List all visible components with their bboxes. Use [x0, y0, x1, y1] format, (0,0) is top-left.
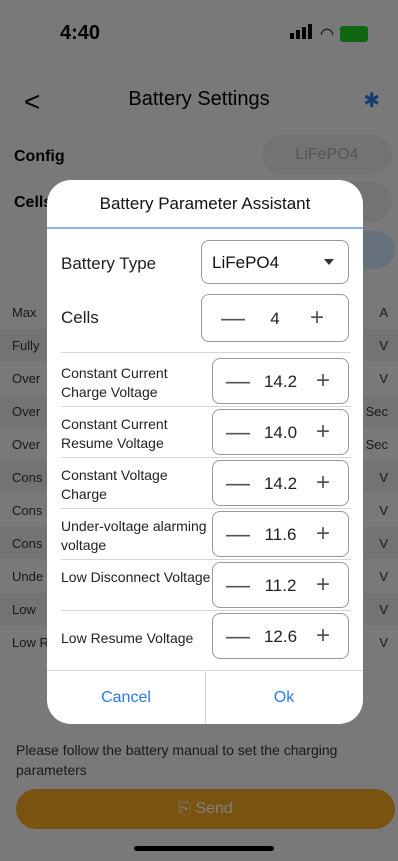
param-stepper[interactable]: —14.2 + — [212, 358, 349, 404]
ok-button[interactable]: Ok — [205, 671, 363, 724]
param-label: Constant Current Resume Voltage — [61, 416, 168, 451]
dialog-title: Battery Parameter Assistant — [99, 194, 311, 213]
param-label: Low Resume Voltage — [61, 630, 194, 646]
separator — [61, 559, 351, 560]
dialog-actions: Cancel Ok — [47, 670, 363, 724]
plus-button[interactable]: + — [306, 469, 340, 497]
param-stepper[interactable]: —14.0 + — [212, 409, 349, 455]
plus-button[interactable]: + — [306, 571, 340, 599]
separator — [61, 352, 351, 353]
param-stepper[interactable]: —12.6 + — [212, 613, 349, 659]
battery-type-label: Battery Type — [61, 254, 157, 273]
title-divider — [47, 227, 363, 229]
param-label: Constant Voltage Charge — [61, 467, 168, 502]
plus-button[interactable]: + — [306, 418, 340, 446]
plus-button[interactable]: + — [306, 367, 340, 395]
separator — [61, 508, 351, 509]
separator — [61, 406, 351, 407]
param-stepper[interactable]: —11.2 + — [212, 562, 349, 608]
plus-button[interactable]: + — [306, 622, 340, 650]
chevron-down-icon — [324, 259, 334, 265]
battery-type-select[interactable]: LiFePO4 — [201, 240, 349, 284]
plus-button[interactable]: + — [306, 520, 340, 548]
param-label: Constant Current Charge Voltage — [61, 365, 168, 400]
separator — [61, 610, 351, 611]
cells-plus-button[interactable]: + — [300, 304, 334, 332]
cells-label: Cells — [61, 308, 99, 327]
cancel-button[interactable]: Cancel — [47, 671, 205, 724]
param-label: Low Disconnect Voltage — [61, 569, 211, 585]
separator — [61, 457, 351, 458]
param-stepper[interactable]: —14.2 + — [212, 460, 349, 506]
battery-parameter-dialog: Battery Parameter Assistant Battery Type… — [47, 180, 363, 724]
param-label: Under-voltage alarming voltage — [61, 518, 207, 553]
battery-type-value: LiFePO4 — [212, 253, 280, 272]
cells-stepper[interactable]: — 4 + — [201, 294, 349, 342]
param-stepper[interactable]: —11.6 + — [212, 511, 349, 557]
